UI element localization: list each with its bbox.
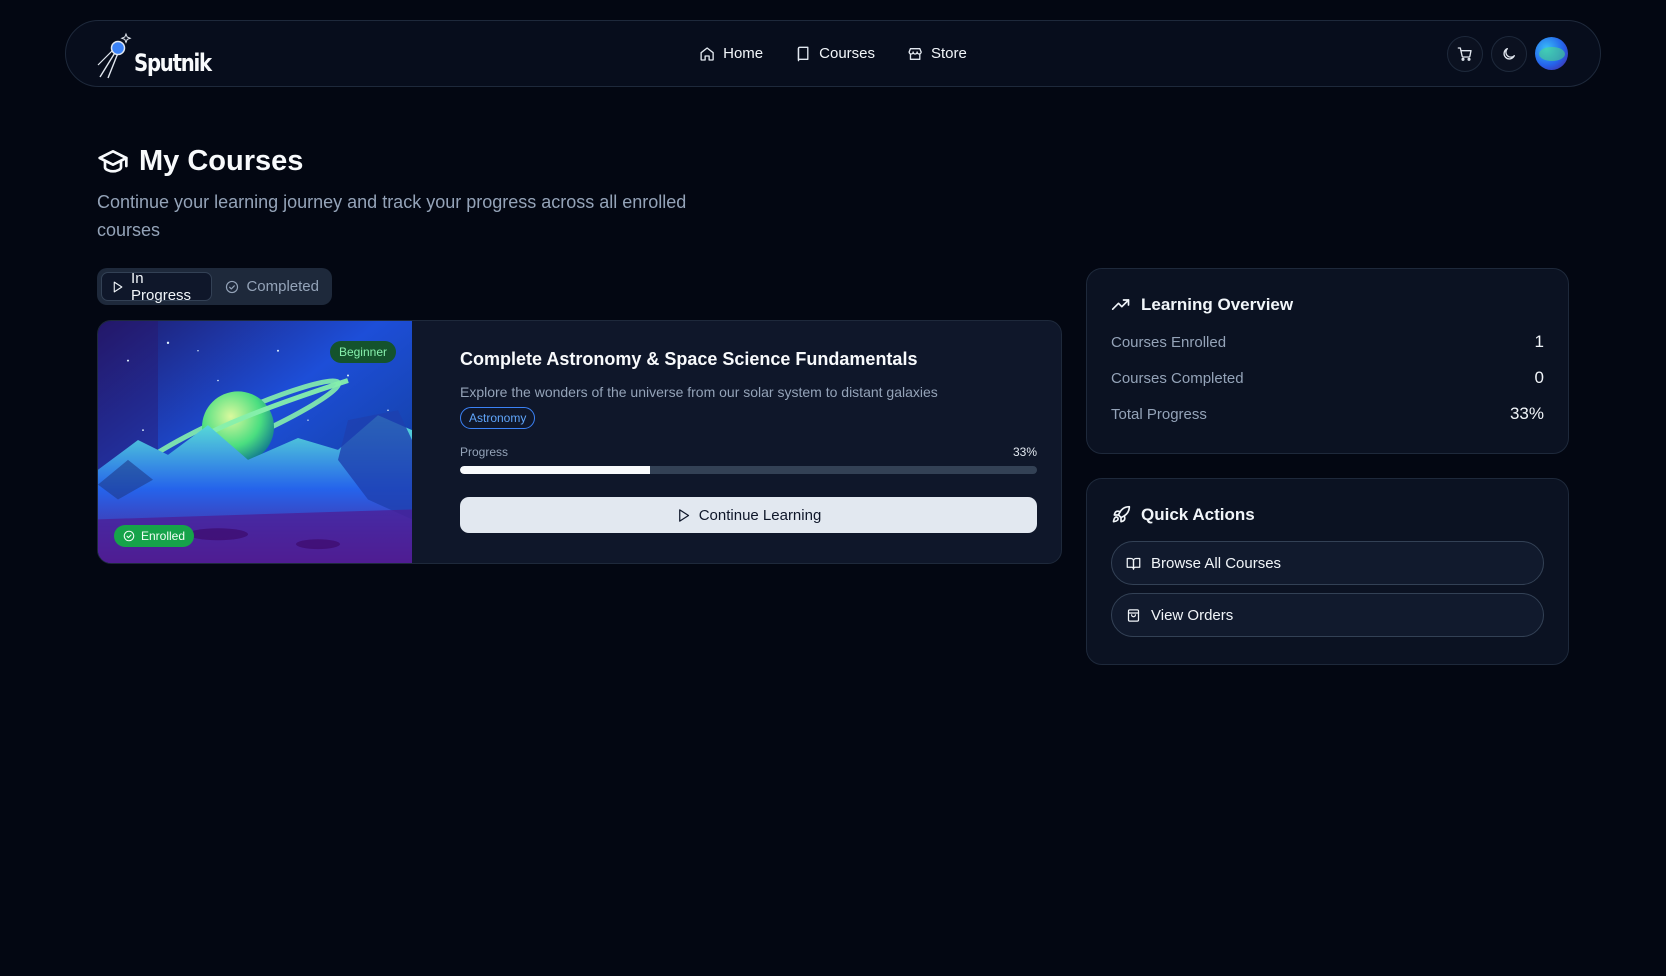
level-badge: Beginner bbox=[329, 341, 396, 363]
stat-list: Courses Enrolled 1 Courses Completed 0 T… bbox=[1111, 324, 1544, 432]
cart-button[interactable] bbox=[1447, 35, 1483, 72]
sputnik-logo-icon bbox=[97, 32, 132, 78]
course-body: Complete Astronomy & Space Science Funda… bbox=[412, 321, 1061, 563]
theme-toggle-button[interactable] bbox=[1491, 35, 1527, 72]
enrolled-label: Enrolled bbox=[141, 529, 186, 543]
tab-label: In Progress bbox=[131, 269, 192, 304]
nav-link-label: Store bbox=[931, 45, 967, 62]
stat-value: 0 bbox=[1534, 368, 1544, 387]
stat-row-courses-completed: Courses Completed 0 bbox=[1111, 360, 1544, 396]
book-icon bbox=[797, 46, 809, 61]
home-icon bbox=[700, 46, 714, 61]
brand-logo[interactable]: Sputnik bbox=[96, 29, 228, 79]
continue-learning-label: Continue Learning bbox=[698, 506, 822, 524]
course-tabs: In Progress Completed bbox=[97, 268, 332, 305]
page-title: My Courses bbox=[97, 145, 697, 178]
navbar: Sputnik Home Courses Store bbox=[65, 20, 1601, 87]
panel-title-text: Learning Overview bbox=[1141, 295, 1294, 314]
learning-overview-panel: Learning Overview Courses Enrolled 1 Cou… bbox=[1086, 268, 1569, 454]
progress-percent: 33% bbox=[1012, 445, 1037, 459]
enrolled-badge: Enrolled bbox=[114, 525, 195, 547]
browse-all-courses-button[interactable]: Browse All Courses bbox=[1111, 541, 1544, 585]
stat-label: Courses Enrolled bbox=[1111, 333, 1227, 351]
tab-completed[interactable]: Completed bbox=[216, 272, 328, 301]
course-title[interactable]: Complete Astronomy & Space Science Funda… bbox=[460, 349, 1037, 370]
progress-bar-fill bbox=[460, 466, 651, 474]
stat-label: Courses Completed bbox=[1111, 369, 1244, 387]
stat-value: 1 bbox=[1534, 332, 1544, 351]
nav-link-label: Home bbox=[723, 45, 764, 62]
shopping-bag-icon bbox=[1127, 608, 1140, 622]
check-circle-icon bbox=[226, 280, 239, 293]
book-open-icon bbox=[1126, 557, 1141, 570]
nav-link-store[interactable]: Store bbox=[907, 45, 967, 62]
store-icon bbox=[908, 47, 922, 60]
rocket-icon bbox=[1112, 505, 1131, 523]
stat-value: 33% bbox=[1509, 404, 1544, 423]
nav-link-label: Courses bbox=[819, 45, 876, 62]
trending-up-icon bbox=[1111, 299, 1130, 310]
stat-label: Total Progress bbox=[1111, 405, 1207, 423]
panel-title: Quick Actions bbox=[1111, 505, 1544, 525]
stat-row-courses-enrolled: Courses Enrolled 1 bbox=[1111, 324, 1544, 360]
panel-title-text: Quick Actions bbox=[1141, 505, 1255, 524]
progress-bar bbox=[460, 466, 1037, 474]
play-icon bbox=[678, 508, 689, 522]
progress-label: Progress bbox=[460, 445, 509, 459]
course-card[interactable]: Beginner Enrolled Complete Astronomy & S… bbox=[97, 320, 1062, 564]
progress-header: Progress 33% bbox=[460, 445, 1037, 459]
view-orders-button[interactable]: View Orders bbox=[1111, 593, 1544, 637]
tab-in-progress[interactable]: In Progress bbox=[101, 269, 213, 304]
cart-icon bbox=[1457, 46, 1472, 61]
play-icon bbox=[113, 281, 123, 292]
panel-title: Learning Overview bbox=[1111, 295, 1544, 315]
nav-link-courses[interactable]: Courses bbox=[795, 45, 875, 62]
nav-actions bbox=[1447, 35, 1568, 72]
action-label: Browse All Courses bbox=[1151, 554, 1282, 572]
quick-actions-panel: Quick Actions Browse All Courses View Or… bbox=[1086, 478, 1569, 665]
stat-row-total-progress: Total Progress 33% bbox=[1111, 396, 1544, 432]
avatar[interactable] bbox=[1535, 37, 1568, 70]
course-thumbnail[interactable]: Beginner Enrolled bbox=[98, 321, 412, 563]
graduation-cap-icon bbox=[98, 149, 128, 173]
page-header: My Courses Continue your learning journe… bbox=[97, 145, 697, 244]
course-description: Explore the wonders of the universe from… bbox=[460, 384, 938, 400]
tab-label: Completed bbox=[246, 278, 319, 295]
moon-icon bbox=[1503, 47, 1515, 60]
continue-learning-button[interactable]: Continue Learning bbox=[460, 497, 1037, 533]
check-circle-icon bbox=[123, 530, 135, 542]
brand-name: Sputnik bbox=[134, 48, 212, 77]
nav-link-home[interactable]: Home bbox=[699, 45, 763, 62]
category-tag: Astronomy bbox=[460, 407, 536, 429]
action-list: Browse All Courses View Orders bbox=[1111, 541, 1544, 637]
nav-links: Home Courses Store bbox=[699, 45, 967, 62]
page-subtitle: Continue your learning journey and track… bbox=[97, 192, 687, 240]
page-title-text: My Courses bbox=[139, 145, 304, 177]
action-label: View Orders bbox=[1151, 606, 1234, 624]
